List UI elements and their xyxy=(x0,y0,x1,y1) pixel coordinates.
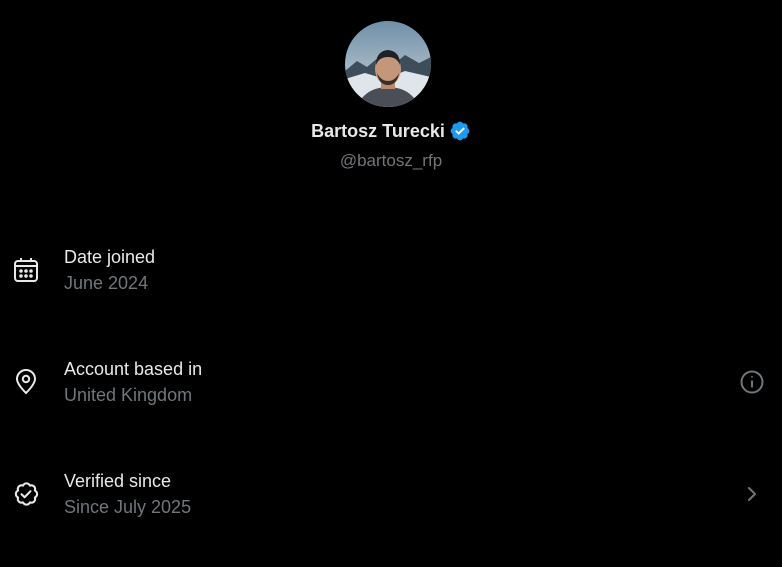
date-joined-row: Date joined June 2024 xyxy=(0,240,782,310)
handle: @bartosz_rfp xyxy=(339,151,443,170)
row-subtitle: United Kingdom xyxy=(64,385,193,405)
chevron-right-icon[interactable] xyxy=(738,480,766,508)
avatar[interactable] xyxy=(345,21,431,107)
info-icon[interactable] xyxy=(738,368,766,396)
display-name: Bartosz Turecki xyxy=(311,121,445,141)
row-title: Account based in xyxy=(64,359,203,379)
verified-outline-icon xyxy=(12,480,40,508)
row-title: Date joined xyxy=(64,247,156,267)
row-title: Verified since xyxy=(64,471,172,491)
name-row: Bartosz Turecki xyxy=(0,119,782,143)
verified-badge-icon xyxy=(449,120,471,142)
avatar-image xyxy=(345,21,431,107)
row-subtitle: June 2024 xyxy=(64,273,149,293)
verified-since-row[interactable]: Verified since Since July 2025 xyxy=(0,464,782,534)
row-subtitle: Since July 2025 xyxy=(64,497,192,517)
calendar-icon xyxy=(12,256,40,284)
account-info-page: Bartosz Turecki @bartosz_rfp Date joined… xyxy=(0,0,782,567)
location-pin-icon xyxy=(12,368,40,396)
account-based-in-row: Account based in United Kingdom xyxy=(0,352,782,422)
